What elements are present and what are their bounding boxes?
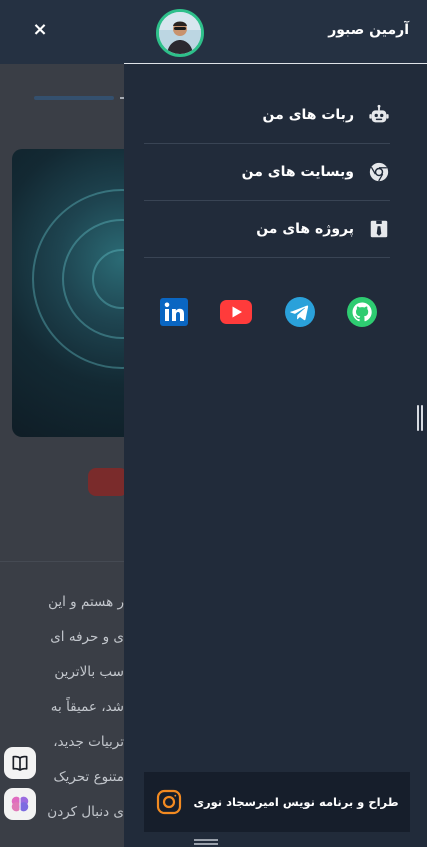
menu-item-label: وبسایت های من [241, 164, 354, 180]
avatar[interactable] [156, 9, 204, 57]
github-link[interactable] [346, 296, 378, 328]
drawer-resize-handle[interactable] [417, 405, 423, 431]
bottom-grip-handle[interactable] [194, 839, 218, 845]
menu-item-label: ربات های من [262, 107, 354, 123]
book-icon [12, 755, 28, 771]
github-icon [347, 297, 377, 327]
book-button[interactable] [4, 747, 36, 779]
instagram-icon [157, 789, 182, 815]
background-text-line: سب بالاترین [54, 664, 124, 680]
menu-item-my-bots[interactable]: ربات های من [144, 87, 390, 144]
drawer-menu: ربات های من وبسایت های من پروژه های من [144, 87, 390, 258]
background-divider [0, 561, 124, 562]
menu-item-my-websites[interactable]: وبسایت های من [144, 144, 390, 201]
robot-icon [368, 104, 390, 126]
instagram-link[interactable] [155, 788, 183, 816]
drawer-footer: طراح و برنامه نویس امیرسجاد نوری [144, 772, 410, 832]
drawer-header: آرمین صبور [124, 0, 427, 64]
youtube-icon [220, 300, 252, 324]
avatar-photo [159, 12, 201, 54]
background-text-line: شد، عمیقاً به [50, 699, 124, 715]
linkedin-icon [160, 298, 188, 326]
linkedin-link[interactable] [158, 296, 190, 328]
menu-item-label: پروژه های من [256, 221, 354, 237]
telegram-icon [285, 297, 315, 327]
brain-button[interactable] [4, 788, 36, 820]
brain-icon [11, 796, 29, 812]
telegram-link[interactable] [284, 296, 316, 328]
menu-item-my-projects[interactable]: پروژه های من [144, 201, 390, 258]
social-links [158, 296, 380, 328]
project-icon [368, 218, 390, 240]
background-tab-underline [34, 96, 114, 100]
user-name: آرمین صبور [328, 22, 409, 38]
background-youtube-icon[interactable] [88, 468, 128, 496]
background-text-line: ی و حرفه ای [50, 629, 124, 645]
side-drawer: آرمین صبور ربات های من وبسایت های من پرو… [124, 0, 427, 847]
designer-credit: طراح و برنامه نویس امیرسجاد نوری [193, 795, 399, 809]
background-text-line: ر هستم و این [48, 594, 124, 610]
close-icon[interactable]: × [30, 18, 50, 42]
chrome-icon [368, 161, 390, 183]
youtube-link[interactable] [220, 296, 252, 328]
